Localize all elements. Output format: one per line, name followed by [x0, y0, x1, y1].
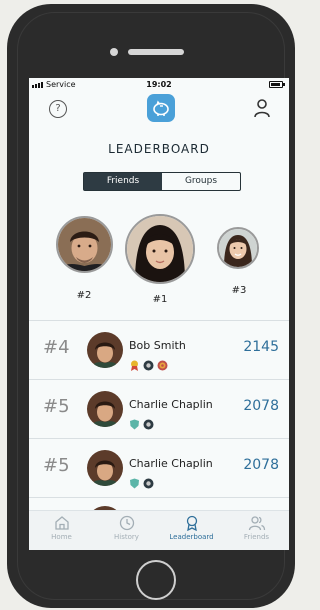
status-time: 19:02 — [146, 80, 172, 89]
help-button[interactable]: ? — [49, 100, 67, 118]
row-name: Charlie Chaplin — [129, 398, 213, 411]
bottom-tab-bar: Home History Leaderboard Friends — [29, 510, 289, 550]
tab-home-label: Home — [51, 533, 72, 541]
tab-home[interactable]: Home — [29, 511, 94, 550]
home-hardware-button[interactable] — [136, 560, 176, 600]
podium-avatar-second[interactable] — [56, 216, 113, 273]
tab-friends-nav[interactable]: Friends — [224, 511, 289, 550]
tab-groups[interactable]: Groups — [162, 173, 240, 190]
list-item[interactable]: #5 Charlie Chaplin 2078 — [29, 438, 289, 497]
status-bar: Service 19:02 — [29, 78, 289, 92]
home-icon — [54, 516, 69, 530]
avatar — [87, 450, 123, 486]
row-rank: #5 — [43, 455, 70, 476]
piggy-bank-icon — [147, 94, 175, 122]
friends-icon — [248, 516, 265, 531]
battery-icon — [269, 81, 285, 88]
podium-rank-first: #1 — [152, 294, 168, 305]
row-name: Charlie Chaplin — [129, 457, 213, 470]
shield-badge-icon — [129, 474, 140, 489]
row-name: Bob Smith — [129, 339, 186, 352]
row-rank: #4 — [43, 337, 70, 358]
front-camera — [110, 48, 118, 56]
page-title: LEADERBOARD — [108, 142, 210, 156]
app-screen: Service 19:02 ? LEADERBOARD Friends Grou… — [29, 78, 289, 550]
tab-leaderboard[interactable]: Leaderboard — [159, 511, 224, 550]
row-score: 2078 — [243, 398, 279, 414]
tab-history[interactable]: History — [94, 511, 159, 550]
row-score: 2145 — [243, 339, 279, 355]
podium-rank-second: #2 — [76, 290, 92, 301]
earpiece-speaker — [128, 49, 184, 55]
gear-badge-icon — [143, 474, 154, 489]
shield-badge-icon — [129, 415, 140, 430]
tab-leaderboard-label: Leaderboard — [169, 533, 214, 541]
clock-icon — [119, 515, 134, 531]
target-badge-icon — [157, 356, 168, 371]
row-badges — [129, 415, 154, 430]
ranking-list: #4 Bob Smith 2145 #5 Charlie Chaplin 207… — [29, 320, 289, 542]
row-score: 2078 — [243, 457, 279, 473]
row-badges — [129, 356, 168, 371]
row-badges — [129, 474, 154, 489]
avatar — [87, 391, 123, 427]
ribbon-badge-icon — [129, 356, 140, 371]
tab-history-label: History — [114, 533, 139, 541]
tab-friends-nav-label: Friends — [243, 533, 270, 541]
list-item[interactable]: #4 Bob Smith 2145 — [29, 320, 289, 379]
list-item[interactable]: #5 Charlie Chaplin 2078 — [29, 379, 289, 438]
row-rank: #5 — [43, 396, 70, 417]
gear-badge-icon — [143, 356, 154, 371]
podium-avatar-first[interactable] — [125, 214, 195, 284]
podium-rank-third: #3 — [231, 285, 247, 296]
user-icon[interactable] — [253, 98, 271, 118]
ribbon-icon — [186, 515, 197, 531]
avatar — [87, 332, 123, 368]
phone-frame: Service 19:02 ? LEADERBOARD Friends Grou… — [7, 4, 295, 608]
podium-avatar-third[interactable] — [217, 227, 259, 269]
tab-friends[interactable]: Friends — [84, 173, 162, 190]
friends-groups-toggle: Friends Groups — [83, 172, 241, 191]
gear-badge-icon — [143, 415, 154, 430]
